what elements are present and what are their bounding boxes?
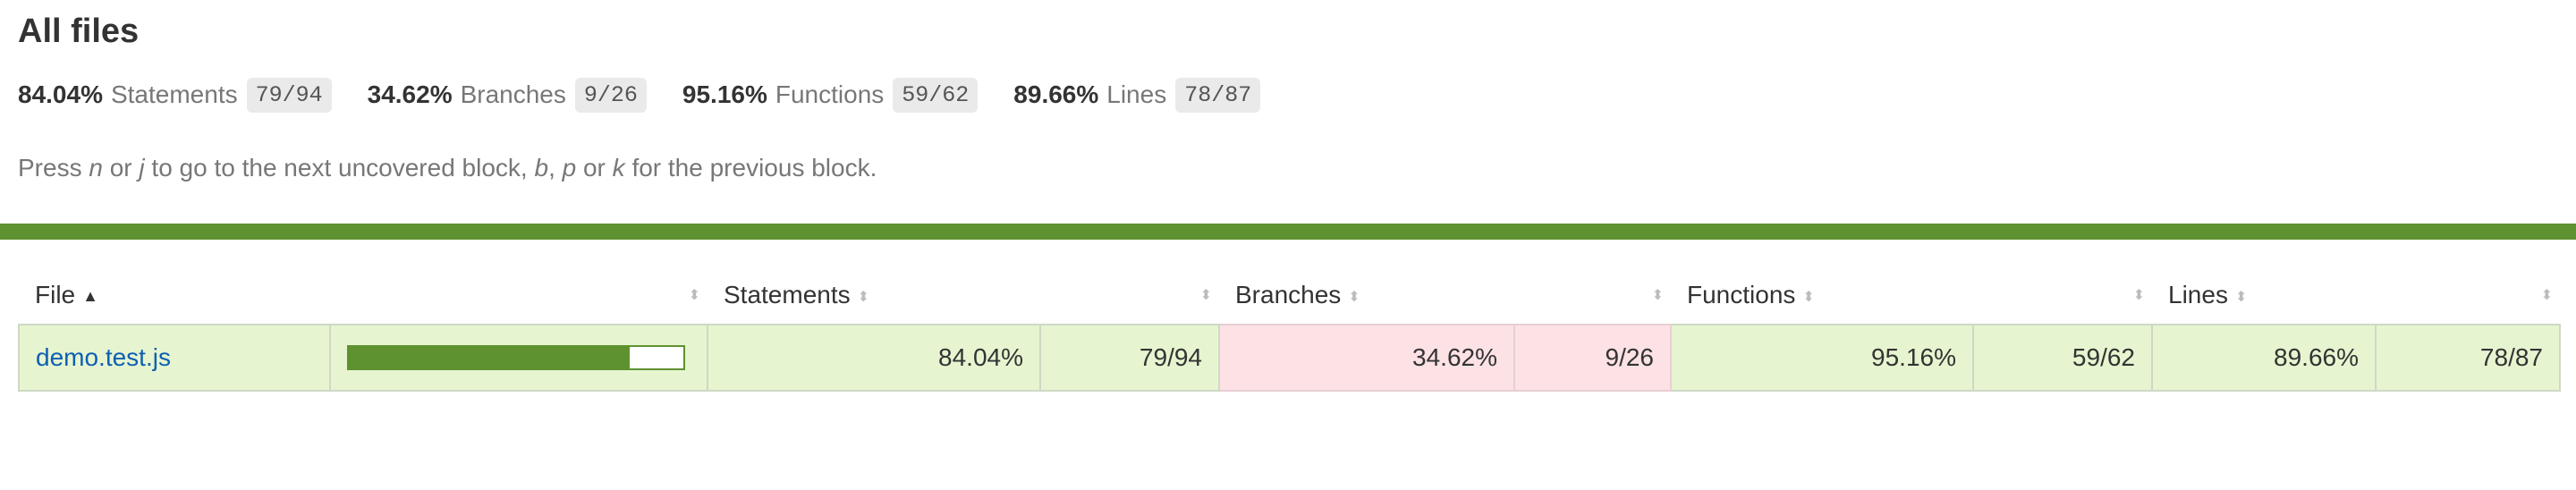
table-header-row: File ▲ ⬍ Statements ⬍ ⬍ Branches ⬍ ⬍ Fun… <box>19 266 2560 325</box>
header-label: Functions <box>1687 281 1796 308</box>
sort-icon: ⬍ <box>1199 288 1212 303</box>
functions-fraction-cell: 59/62 <box>1972 324 2153 392</box>
sort-icon: ⬍ <box>688 288 700 303</box>
hint-text: , <box>548 154 563 182</box>
coverage-bar <box>347 345 685 370</box>
summary-label: Statements <box>110 80 238 108</box>
summary-branches: 34.62% Branches 9/26 <box>367 77 647 113</box>
summary-pct: 84.04% <box>18 80 103 108</box>
hint-text: to go to the next uncovered block, <box>144 154 535 182</box>
sort-icon: ⬍ <box>1802 289 1815 305</box>
hint-key: k <box>612 154 625 182</box>
summary-lines: 89.66% Lines 78/87 <box>1013 77 1261 113</box>
coverage-bar-cell <box>329 324 708 392</box>
summary-header: All files 84.04% Statements 79/94 34.62%… <box>0 0 2576 184</box>
branches-fraction-cell: 9/26 <box>1513 324 1672 392</box>
header-label: Lines <box>2168 281 2228 308</box>
sort-icon: ⬍ <box>2540 288 2553 303</box>
sort-icon: ⬍ <box>1348 289 1360 305</box>
summary-fraction-badge: 59/62 <box>893 77 979 113</box>
summary-label: Functions <box>775 80 885 108</box>
functions-pct-cell: 95.16% <box>1670 324 1974 392</box>
file-link[interactable]: demo.test.js <box>36 343 171 371</box>
sort-icon: ⬍ <box>2132 288 2145 303</box>
column-header-functions[interactable]: Functions ⬍ <box>1671 266 1973 325</box>
file-cell: demo.test.js <box>18 324 331 392</box>
header-label: Branches <box>1235 281 1342 308</box>
sort-icon: ⬍ <box>857 289 870 305</box>
summary-label: Branches <box>460 80 566 108</box>
coverage-table-wrapper: File ▲ ⬍ Statements ⬍ ⬍ Branches ⬍ ⬍ Fun… <box>0 266 2576 392</box>
summary-pct: 89.66% <box>1013 80 1099 108</box>
header-label: Statements <box>724 281 851 308</box>
summary-functions: 95.16% Functions 59/62 <box>682 77 979 113</box>
summary-label: Lines <box>1106 80 1167 108</box>
column-header-branches[interactable]: Branches ⬍ <box>1219 266 1514 325</box>
summary-fraction-badge: 9/26 <box>574 77 647 113</box>
column-header-file[interactable]: File ▲ <box>19 266 330 325</box>
hint-text: for the previous block. <box>624 154 877 182</box>
hint-key: n <box>89 154 103 182</box>
coverage-table: File ▲ ⬍ Statements ⬍ ⬍ Branches ⬍ ⬍ Fun… <box>18 266 2561 392</box>
table-row: demo.test.js 84.04% 79/94 34.62% 9/26 95… <box>18 324 2561 392</box>
summary-pct: 95.16% <box>682 80 767 108</box>
column-header-coverage-bar[interactable]: ⬍ <box>330 266 708 325</box>
column-header-branches-fraction[interactable]: ⬍ <box>1514 266 1671 325</box>
statements-pct-cell: 84.04% <box>707 324 1041 392</box>
column-header-functions-fraction[interactable]: ⬍ <box>1973 266 2152 325</box>
lines-fraction-cell: 78/87 <box>2375 324 2561 392</box>
coverage-summary: 84.04% Statements 79/94 34.62% Branches … <box>18 75 2558 114</box>
hint-text: Press <box>18 154 89 182</box>
hint-text: or <box>576 154 613 182</box>
header-label: File <box>35 281 76 308</box>
column-header-statements-fraction[interactable]: ⬍ <box>1040 266 1219 325</box>
sort-icon: ⬍ <box>2234 289 2248 305</box>
hint-key: b <box>534 154 549 182</box>
hint-text: or <box>102 154 140 182</box>
summary-fraction-badge: 79/94 <box>246 77 332 113</box>
summary-fraction-badge: 78/87 <box>1175 77 1261 113</box>
keyboard-hint: Press n or j to go to the next uncovered… <box>18 152 2558 184</box>
column-header-statements[interactable]: Statements ⬍ <box>708 266 1040 325</box>
statements-fraction-cell: 79/94 <box>1039 324 1220 392</box>
column-header-lines[interactable]: Lines ⬍ <box>2152 266 2376 325</box>
lines-pct-cell: 89.66% <box>2151 324 2377 392</box>
summary-pct: 34.62% <box>367 80 453 108</box>
sort-ascending-icon: ▲ <box>82 287 98 306</box>
coverage-bar-fill <box>349 347 631 368</box>
coverage-status-bar <box>0 224 2576 240</box>
page-title: All files <box>18 13 140 50</box>
sort-icon: ⬍ <box>1651 288 1664 303</box>
summary-statements: 84.04% Statements 79/94 <box>18 77 332 113</box>
branches-pct-cell: 34.62% <box>1218 324 1515 392</box>
column-header-lines-fraction[interactable]: ⬍ <box>2376 266 2560 325</box>
hint-key: p <box>562 154 577 182</box>
